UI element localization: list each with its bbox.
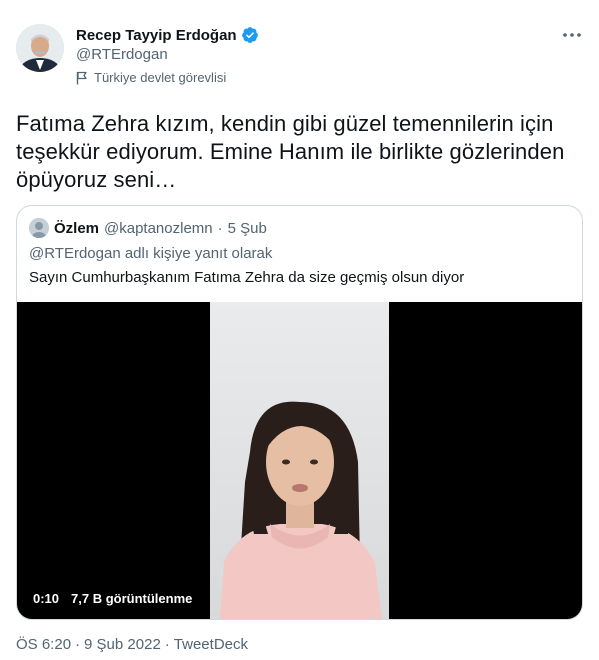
author-display-name[interactable]: Recep Tayyip Erdoğan bbox=[76, 27, 237, 44]
video-duration: 0:10 bbox=[33, 591, 60, 606]
footer-separator: · bbox=[164, 636, 170, 653]
quoted-reply-to: @RTErdogan adlı kişiye yanıt olarak bbox=[29, 245, 273, 262]
tweet-time[interactable]: ÖS 6:20 bbox=[16, 636, 71, 653]
quoted-date[interactable]: 5 Şub bbox=[228, 220, 267, 237]
verified-badge-icon bbox=[241, 26, 259, 44]
quoted-author-handle[interactable]: @kaptanozlemn bbox=[104, 220, 213, 237]
flag-icon bbox=[76, 71, 88, 85]
video-player[interactable]: 0:10 7,7 B görüntülenme bbox=[17, 302, 582, 619]
tweet-card: Recep Tayyip Erdoğan @RTErdogan Türkiye … bbox=[0, 0, 599, 660]
more-options-button[interactable] bbox=[561, 26, 583, 44]
more-icon bbox=[563, 33, 581, 37]
tweet-footer: ÖS 6:20 · 9 Şub 2022 · TweetDeck bbox=[16, 636, 248, 653]
video-meta: 0:10 7,7 B görüntülenme bbox=[33, 591, 192, 606]
author-avatar[interactable] bbox=[16, 24, 64, 72]
video-thumbnail bbox=[210, 302, 389, 619]
tweet-text: Fatıma Zehra kızım, kendin gibi güzel te… bbox=[16, 111, 565, 192]
tweet-date[interactable]: 9 Şub 2022 bbox=[84, 636, 161, 653]
author-handle[interactable]: @RTErdogan bbox=[76, 46, 168, 63]
video-views: 7,7 B görüntülenme bbox=[71, 591, 193, 606]
quoted-tweet[interactable]: Özlem @kaptanozlemn · 5 Şub @RTErdogan a… bbox=[16, 205, 583, 620]
government-label: Türkiye devlet görevlisi bbox=[76, 70, 226, 85]
quoted-separator: · bbox=[217, 219, 223, 237]
author-name-row: Recep Tayyip Erdoğan bbox=[76, 25, 259, 45]
avatar-image bbox=[16, 24, 64, 72]
quoted-author-name[interactable]: Özlem bbox=[54, 220, 99, 237]
tweet-source[interactable]: TweetDeck bbox=[174, 636, 248, 653]
quoted-tweet-text: Sayın Cumhurbaşkanım Fatıma Zehra da siz… bbox=[29, 269, 465, 286]
footer-separator: · bbox=[75, 636, 81, 653]
government-label-text: Türkiye devlet görevlisi bbox=[94, 70, 227, 85]
quoted-tweet-header: Özlem @kaptanozlemn · 5 Şub bbox=[29, 218, 267, 238]
quoted-author-avatar[interactable] bbox=[29, 218, 49, 238]
